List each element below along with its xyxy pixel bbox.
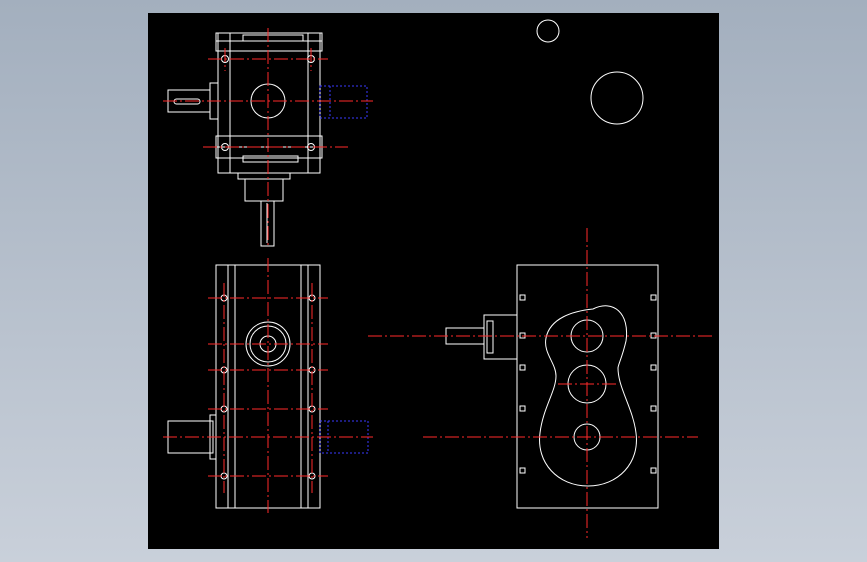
front-view — [163, 258, 373, 513]
detail-circle-large — [590, 71, 644, 125]
top-view-housing — [217, 32, 321, 174]
top-view-upper-flange — [215, 32, 323, 52]
cad-drawing — [163, 19, 713, 538]
side-view-gear-contour — [539, 305, 637, 487]
detail-circle-small — [536, 19, 560, 43]
top-view-output-hub — [244, 178, 284, 202]
cad-viewport[interactable] — [148, 13, 719, 549]
top-view-hidden-shaft — [319, 85, 368, 119]
top-view — [163, 28, 373, 248]
side-view — [368, 228, 713, 538]
side-view-input-flange — [483, 314, 518, 360]
